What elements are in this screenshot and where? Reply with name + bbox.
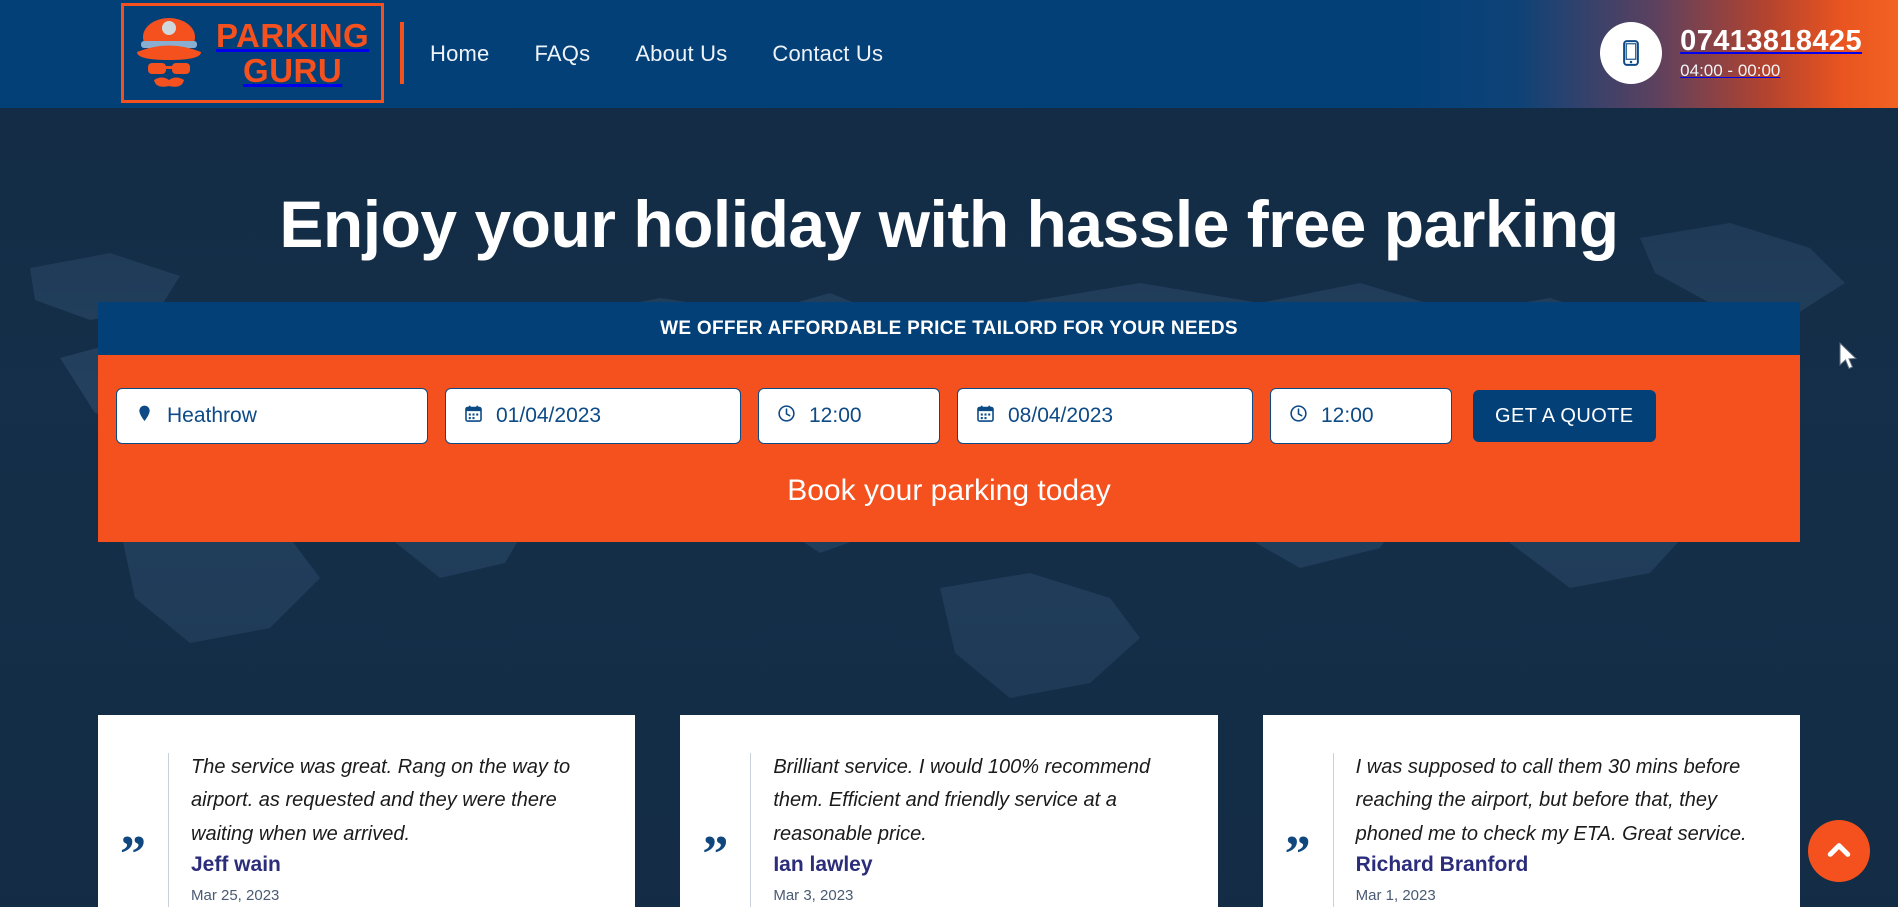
get-a-quote-button[interactable]: GET A QUOTE <box>1473 390 1656 442</box>
time-to-input[interactable]: 12:00 <box>1270 388 1452 444</box>
testimonial-card: ” I was supposed to call them 30 mins be… <box>1262 715 1800 907</box>
nav-divider <box>400 22 404 84</box>
calendar-icon <box>464 404 483 429</box>
phone-hours: 04:00 - 00:00 <box>1680 60 1781 80</box>
testimonial-author: Jeff wain <box>191 853 281 877</box>
parking-attendant-icon <box>132 15 206 91</box>
testimonial-date: Mar 1, 2023 <box>1355 887 1436 905</box>
scroll-to-top-button[interactable] <box>1808 820 1870 882</box>
nav-item-home[interactable]: Home <box>430 41 490 67</box>
date-to-value: 08/04/2023 <box>1008 404 1114 427</box>
page-root: PARKING GURU Home FAQs About Us Contact … <box>0 0 1898 907</box>
testimonial-card: ” The service was great. Rang on the way… <box>98 715 636 907</box>
testimonial-card: ” Brilliant service. I would 100% recomm… <box>680 715 1218 907</box>
testimonial-body: Brilliant service. I would 100% recommen… <box>751 743 1191 904</box>
testimonial-date: Mar 25, 2023 <box>191 887 280 905</box>
time-from-value: 12:00 <box>809 404 862 427</box>
hero-section: Enjoy your holiday with hassle free park… <box>0 108 1898 907</box>
booking-form: Heathrow 01/04/2023 12:00 08/04/2023 12:… <box>98 355 1800 542</box>
booking-panel: WE OFFER AFFORDABLE PRICE TAILORD FOR YO… <box>98 302 1800 542</box>
page-title: Enjoy your holiday with hassle free park… <box>279 187 1619 261</box>
testimonial-body: I was supposed to call them 30 mins befo… <box>1334 743 1774 904</box>
map-pin-icon <box>135 404 154 429</box>
clock-icon <box>1289 404 1308 429</box>
testimonial-author: Richard Branford <box>1355 853 1529 877</box>
logo-wordmark: PARKING GURU <box>216 19 369 87</box>
testimonial-quote: The service was great. Rang on the way t… <box>191 756 571 845</box>
clock-icon <box>777 404 796 429</box>
nav-item-contact-us[interactable]: Contact Us <box>772 41 883 67</box>
offer-banner: WE OFFER AFFORDABLE PRICE TAILORD FOR YO… <box>98 302 1800 355</box>
testimonial-body: The service was great. Rang on the way t… <box>169 743 609 904</box>
nav-item-faqs[interactable]: FAQs <box>535 41 591 67</box>
time-to-value: 12:00 <box>1321 404 1374 427</box>
site-logo[interactable]: PARKING GURU <box>121 3 384 103</box>
testimonial-date: Mar 3, 2023 <box>773 887 854 905</box>
location-input[interactable]: Heathrow <box>116 388 428 444</box>
mobile-phone-icon <box>1600 22 1663 84</box>
booking-subtitle: Book your parking today <box>787 474 1111 507</box>
site-header: PARKING GURU Home FAQs About Us Contact … <box>0 0 1898 108</box>
calendar-icon <box>976 404 995 429</box>
phone-number: 07413818425 <box>1680 24 1862 57</box>
testimonials-list: ” The service was great. Rang on the way… <box>98 715 1800 907</box>
header-phone-link[interactable]: 07413818425 04:00 - 00:00 <box>1600 22 1862 84</box>
header-phone-text: 07413818425 04:00 - 00:00 <box>1680 24 1862 81</box>
quote-mark-icon: ” <box>120 826 146 883</box>
logo-line-1: PARKING <box>216 17 370 54</box>
testimonial-author: Ian lawley <box>773 853 873 877</box>
testimonial-quote: Brilliant service. I would 100% recommen… <box>773 756 1151 845</box>
date-from-value: 01/04/2023 <box>496 404 602 427</box>
date-to-input[interactable]: 08/04/2023 <box>957 388 1253 444</box>
quote-mark-icon: ” <box>702 826 729 883</box>
quote-mark-icon: ” <box>1284 826 1311 883</box>
logo-line-2: GURU <box>243 52 343 89</box>
nav-item-about-us[interactable]: About Us <box>635 41 727 67</box>
testimonial-quote: I was supposed to call them 30 mins befo… <box>1355 756 1747 845</box>
location-value: Heathrow <box>167 404 257 427</box>
main-nav: Home FAQs About Us Contact Us <box>430 0 883 108</box>
booking-form-row: Heathrow 01/04/2023 12:00 08/04/2023 12:… <box>116 388 1782 444</box>
chevron-up-icon <box>1824 835 1854 868</box>
date-from-input[interactable]: 01/04/2023 <box>445 388 741 444</box>
time-from-input[interactable]: 12:00 <box>758 388 940 444</box>
